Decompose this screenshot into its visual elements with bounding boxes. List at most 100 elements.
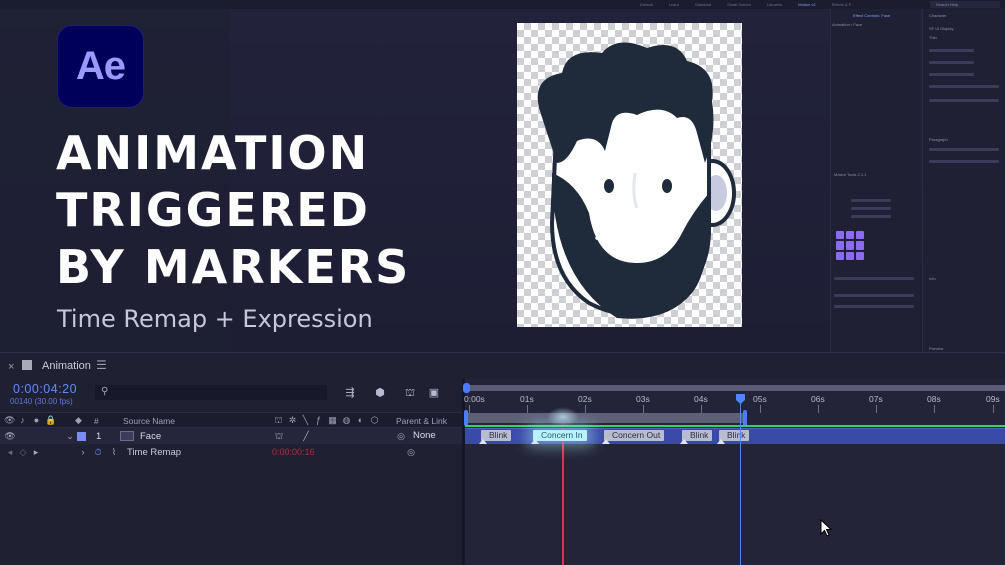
audio-column-icon[interactable]: ♪ <box>17 415 28 426</box>
solo-column-icon[interactable]: ● <box>31 415 42 426</box>
workspace-tab-default[interactable]: Default <box>640 2 653 7</box>
font-family-select[interactable]: SF UI Display <box>929 26 953 31</box>
indent-fields[interactable] <box>929 160 999 163</box>
shy-layers-icon[interactable]: ⛫ <box>402 386 418 400</box>
paragraph-align-buttons[interactable] <box>929 148 999 151</box>
draft-3d-icon[interactable]: ⬢ <box>372 386 388 400</box>
workspace-tab-effects[interactable]: Effects & P... <box>832 2 855 7</box>
parent-link-column[interactable]: Parent & Link <box>396 416 447 426</box>
effect-controls-subtitle: Animation • Face <box>832 22 863 27</box>
source-name-column[interactable]: Source Name <box>123 416 175 426</box>
time-remap-value[interactable]: 0:00:00:16 <box>272 447 315 457</box>
anchor-cell[interactable] <box>836 251 844 260</box>
layer-marker-concern-in[interactable]: Concern In <box>531 430 587 444</box>
shy-switch-icon[interactable]: ⛫ <box>273 415 284 426</box>
marker-indicator-line <box>562 428 564 565</box>
anchor-cell[interactable] <box>856 241 864 250</box>
kerning-field[interactable] <box>929 61 974 64</box>
expression-pick-whip-icon[interactable]: ◎ <box>405 446 417 458</box>
adjustment-switch-icon[interactable]: ◐ <box>355 415 366 426</box>
stopwatch-icon[interactable]: ⏱ <box>92 446 104 458</box>
font-size-field[interactable] <box>929 49 974 52</box>
layer-marker-blink[interactable]: Blink <box>679 430 713 444</box>
motion-blur-switch-icon[interactable]: ◍ <box>341 415 352 426</box>
layer-name[interactable]: Face <box>140 431 161 442</box>
add-keyframe-icon[interactable]: ◇ <box>17 446 29 458</box>
stroke-field[interactable] <box>929 73 974 76</box>
lock-column-icon[interactable]: 🔒 <box>45 415 56 426</box>
motion-tools-slider-2[interactable] <box>851 207 891 210</box>
timeline-tab-animation[interactable]: Animation <box>42 360 91 372</box>
anchor-cell[interactable] <box>856 251 864 260</box>
layer-marker-concern-out[interactable]: Concern Out <box>601 430 665 444</box>
layer-label-color[interactable] <box>77 432 86 441</box>
workspace-tab-small-screen[interactable]: Small Screen <box>727 2 751 7</box>
anchor-cell[interactable] <box>846 251 854 260</box>
visibility-eye-icon[interactable]: 👁 <box>4 430 16 442</box>
playhead-line[interactable] <box>740 395 741 565</box>
anchor-cell[interactable] <box>856 231 864 240</box>
fx-switch-icon[interactable]: ƒ <box>313 415 324 426</box>
panel-menu-icon[interactable]: ☰ <box>96 358 107 372</box>
anchor-cell[interactable] <box>846 231 854 240</box>
scale-fields[interactable] <box>929 85 999 88</box>
comp-flowchart-icon[interactable]: ⇶ <box>342 386 358 400</box>
motion-tools-anchor-grid[interactable] <box>836 231 865 260</box>
ruler-label: 07s <box>869 394 883 404</box>
time-remap-row[interactable]: ◂ ◇ ▸ › ⏱ ⌇ Time Remap 0:00:00:16 ◎ <box>0 444 462 460</box>
shy-switch-icon[interactable]: ⛫ <box>273 430 285 442</box>
graph-editor-icon[interactable]: ⌇ <box>108 446 120 458</box>
collapse-switch-icon[interactable]: ✲ <box>287 415 298 426</box>
pick-whip-icon[interactable]: ◎ <box>395 430 407 442</box>
text-style-buttons[interactable] <box>929 99 999 102</box>
layer-search-input[interactable] <box>95 385 327 400</box>
close-tab-icon[interactable]: × <box>8 361 14 373</box>
help-search-input[interactable]: Search Help <box>930 1 1000 8</box>
timeline-graph-area[interactable]: 0:00s 01s 02s 03s 04s 05s 06s 07s 08s 09… <box>463 379 1005 565</box>
time-ruler[interactable]: 0:00s 01s 02s 03s 04s 05s 06s 07s 08s 09… <box>464 393 1005 413</box>
work-area-end-handle[interactable] <box>743 410 747 426</box>
layer-marker-blink[interactable]: Blink <box>716 430 750 444</box>
composition-viewer[interactable] <box>517 23 742 327</box>
frame-blending-icon[interactable]: ▣ <box>426 386 442 400</box>
effect-controls-title[interactable]: Effect Controls: Face <box>853 13 890 18</box>
time-navigator-start-handle[interactable] <box>463 383 470 393</box>
layer-marker-blink[interactable]: Blink <box>478 430 512 444</box>
label-column-icon[interactable]: ◆ <box>73 415 84 426</box>
3d-layer-switch-icon[interactable]: ⬡ <box>369 415 380 426</box>
expand-chevron-icon[interactable]: ⌄ <box>64 430 76 442</box>
quality-switch-icon[interactable]: ╱ <box>300 430 312 442</box>
anchor-cell[interactable] <box>836 231 844 240</box>
next-keyframe-icon[interactable]: ▸ <box>30 446 42 458</box>
render-cache-bar <box>465 425 1005 427</box>
workspace-tab-standard[interactable]: Standard <box>695 2 711 7</box>
current-time-display[interactable]: 0:00:04:20 <box>13 382 77 396</box>
layer-row[interactable]: 👁 ⌄ 1 Face ⛫ ╱ ◎ None <box>0 428 462 444</box>
workspace-tab-libraries[interactable]: Libraries <box>767 2 782 7</box>
anchor-cell[interactable] <box>836 241 844 250</box>
motion-tools-buttons-row-2[interactable] <box>834 294 914 297</box>
marker-glow <box>547 407 579 427</box>
ruler-label: 09s <box>986 394 1000 404</box>
ruler-label: 0:00s <box>464 394 485 404</box>
font-style-select[interactable]: Thin <box>929 35 937 40</box>
motion-tools-slider-1[interactable] <box>851 199 891 202</box>
ruler-tick <box>993 405 994 413</box>
workspace-tab-motion[interactable]: Motion v2 <box>798 2 815 7</box>
parent-dropdown[interactable]: None <box>413 430 453 442</box>
motion-tools-slider-3[interactable] <box>851 215 891 218</box>
prev-keyframe-icon[interactable]: ◂ <box>4 446 16 458</box>
motion-tools-buttons-row[interactable] <box>834 277 914 280</box>
anchor-cell[interactable] <box>846 241 854 250</box>
work-area-start-handle[interactable] <box>464 410 468 426</box>
title-line-3: BY MARKERS <box>56 240 411 294</box>
work-area-bar[interactable] <box>465 413 745 423</box>
eye-column-icon[interactable]: 👁 <box>4 415 15 426</box>
workspace-tab-learn[interactable]: Learn <box>669 2 679 7</box>
motion-tools-buttons-row-3[interactable] <box>834 305 914 308</box>
expand-chevron-icon[interactable]: › <box>77 446 89 458</box>
frame-blend-switch-icon[interactable]: ▦ <box>327 415 338 426</box>
menu-bar <box>0 0 1005 9</box>
quality-switch-icon[interactable]: ╲ <box>300 415 311 426</box>
time-navigator-bar[interactable] <box>465 385 1005 391</box>
